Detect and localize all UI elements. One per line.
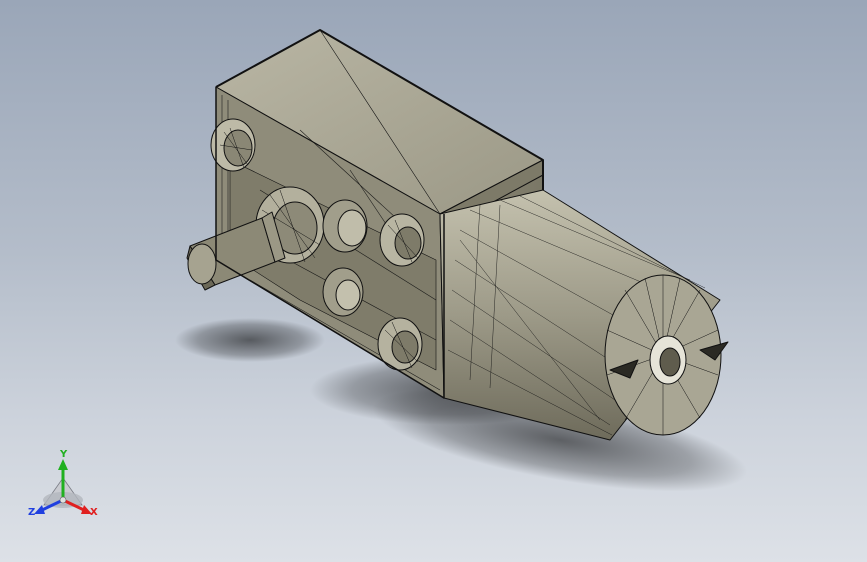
y-axis-label: Y [59, 449, 68, 460]
gear-boss-right [379, 213, 425, 267]
orientation-triad[interactable]: Y X Z [28, 449, 98, 518]
x-axis-label: X [90, 507, 98, 518]
gear-boss-top-left [210, 118, 256, 172]
gear-motor-model[interactable] [186, 29, 729, 441]
motor-body [439, 189, 729, 441]
gear-boss-lower [322, 267, 364, 317]
z-axis-label: Z [28, 507, 35, 518]
gear-boss-mid [322, 199, 368, 253]
graphics-viewport[interactable]: Y X Z [0, 0, 867, 562]
